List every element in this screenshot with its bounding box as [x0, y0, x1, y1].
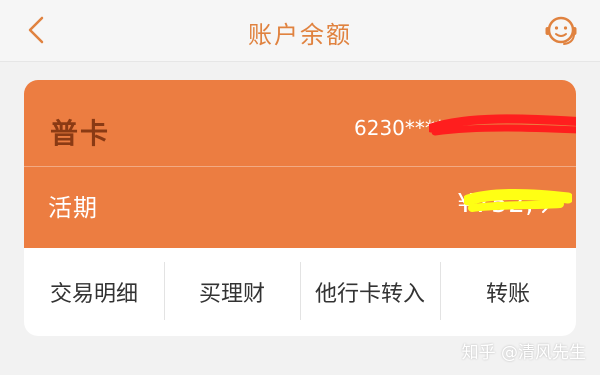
customer-service-button[interactable] — [540, 10, 582, 52]
page-title: 账户余额 — [248, 21, 352, 49]
customer-service-icon — [545, 16, 577, 45]
redaction-mark-yellow — [464, 189, 572, 212]
transfer-button[interactable]: 转账 — [440, 262, 576, 320]
account-card: 普卡 6230***** 活期 ¥752, 交易明细 买理财 他行卡转入 转账 — [24, 80, 576, 336]
top-bar: 账户余额 — [0, 0, 600, 62]
transfer-in-from-other-bank-button[interactable]: 他行卡转入 — [300, 262, 440, 320]
quick-actions: 交易明细 买理财 他行卡转入 转账 — [24, 248, 576, 336]
account-type-label: 活期 — [48, 194, 98, 222]
transaction-details-button[interactable]: 交易明细 — [24, 276, 164, 308]
card-divider — [24, 166, 576, 167]
card-header: 普卡 6230***** 活期 ¥752, — [24, 80, 576, 248]
redaction-mark-red — [429, 114, 576, 136]
buy-wealth-product-button[interactable]: 买理财 — [164, 262, 300, 320]
card-type-label: 普卡 — [50, 117, 111, 150]
watermark: 知乎 @清风先生 — [461, 343, 586, 363]
